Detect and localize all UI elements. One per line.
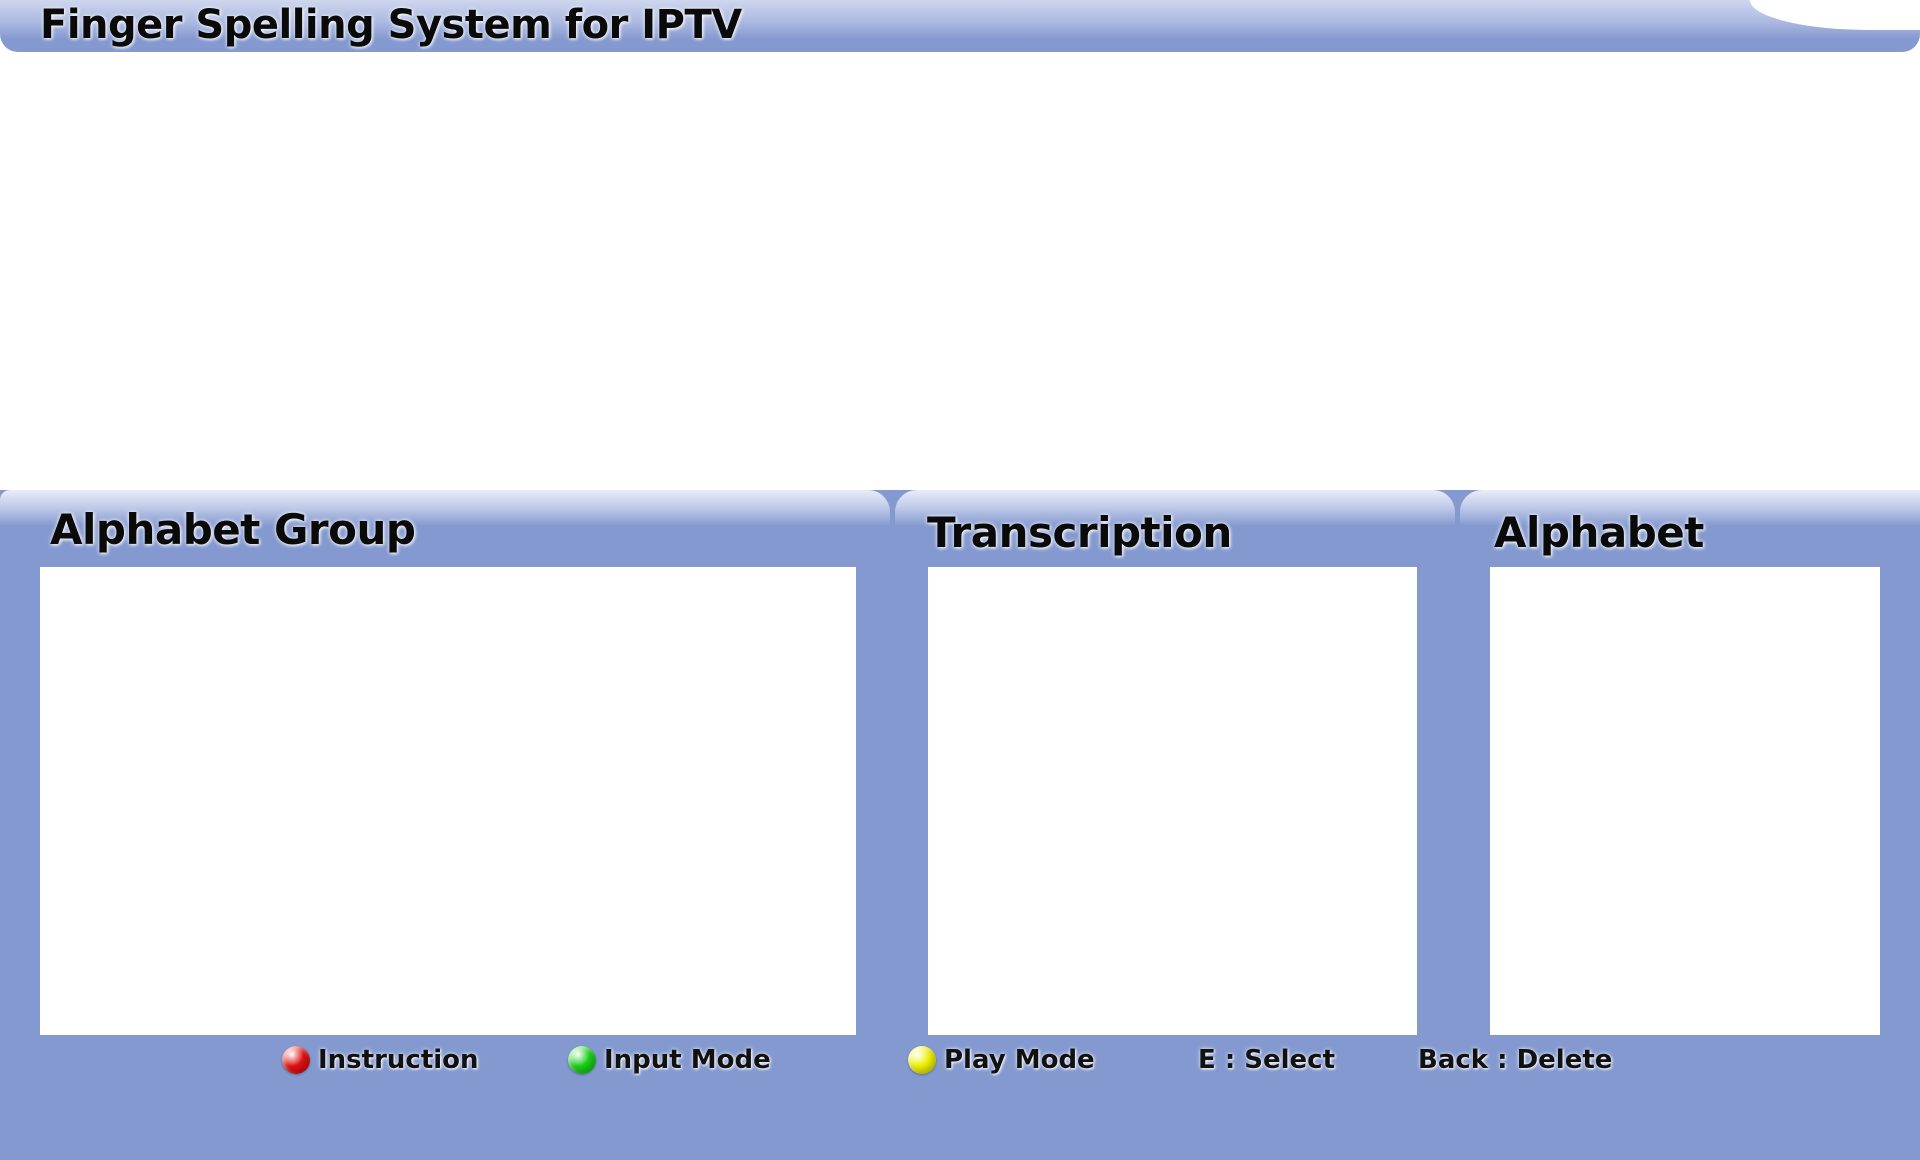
green-button-icon	[568, 1046, 596, 1074]
app-title: Finger Spelling System for IPTV	[40, 2, 742, 48]
play-mode-hint[interactable]: Play Mode	[908, 1040, 1095, 1080]
delete-label: Back : Delete	[1418, 1045, 1613, 1075]
delete-hint: Back : Delete	[1418, 1040, 1612, 1080]
instruction-hint[interactable]: Instruction	[282, 1040, 479, 1080]
select-label: E : Select	[1198, 1045, 1336, 1075]
input-mode-label: Input Mode	[604, 1045, 771, 1075]
main-panel: Alphabet Group Transcription Alphabet In…	[0, 490, 1920, 1160]
play-mode-label: Play Mode	[944, 1045, 1095, 1075]
red-button-icon	[282, 1046, 310, 1074]
alphabet-group-heading: Alphabet Group	[50, 505, 416, 554]
app-window: Finger Spelling System for IPTV Alphabet…	[0, 0, 1920, 1160]
alphabet-box[interactable]	[1490, 567, 1880, 1035]
select-hint: E : Select	[1198, 1040, 1335, 1080]
transcription-box[interactable]	[928, 567, 1417, 1035]
transcription-heading: Transcription	[927, 508, 1232, 557]
yellow-button-icon	[908, 1046, 936, 1074]
title-bar: Finger Spelling System for IPTV	[0, 0, 1920, 52]
alphabet-group-box[interactable]	[40, 567, 856, 1035]
input-mode-hint[interactable]: Input Mode	[568, 1040, 771, 1080]
alphabet-heading: Alphabet	[1494, 508, 1704, 557]
instruction-label: Instruction	[318, 1045, 479, 1075]
